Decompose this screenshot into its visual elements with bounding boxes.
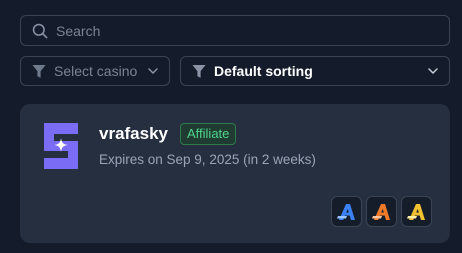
chevron-down-icon [428,68,438,74]
funnel-icon [192,64,206,78]
bonus-badge-orange[interactable] [366,196,397,227]
bonus-badge-yellow[interactable] [401,196,432,227]
chevron-down-icon [148,68,158,74]
bonus-a-icon [371,203,390,220]
sorting-select[interactable]: Default sorting [180,56,450,86]
funnel-icon [32,64,46,78]
search-input[interactable] [56,16,436,45]
streamer-s-logo [44,123,78,169]
bonus-badge-blue[interactable] [331,196,362,227]
username[interactable]: vrafasky [99,124,168,144]
bonus-a-icon [336,203,355,220]
expiry-text: Expires on Sep 9, 2025 (in 2 weeks) [99,152,316,167]
bonus-a-icon [406,203,425,220]
casino-select-label: Select casino [54,63,138,79]
search-field[interactable] [20,15,450,46]
affiliate-badge: Affiliate [180,123,237,145]
affiliate-card[interactable]: vrafasky Affiliate Expires on Sep 9, 202… [20,104,450,243]
casino-select[interactable]: Select casino [20,56,170,86]
search-icon [32,23,48,38]
sorting-select-label: Default sorting [214,63,313,79]
